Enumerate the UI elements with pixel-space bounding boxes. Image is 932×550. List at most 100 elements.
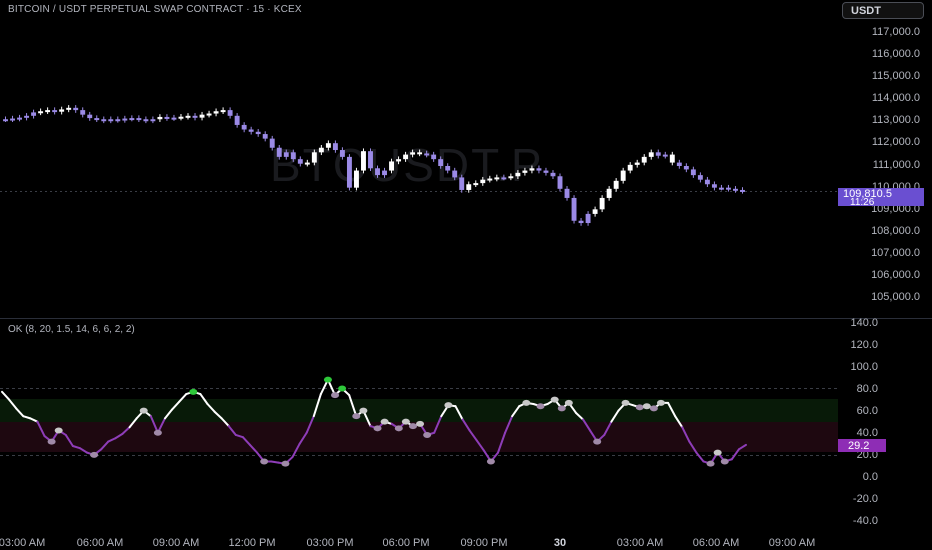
indicator-tick: 120.0 — [850, 339, 878, 351]
candle-body — [620, 170, 626, 181]
time-label: 06:00 AM — [693, 537, 739, 549]
peak-marker — [416, 420, 425, 427]
candle-body — [711, 184, 717, 188]
candle-body — [262, 134, 268, 139]
candle-body — [52, 110, 58, 113]
candle-body — [438, 159, 444, 166]
candle-body — [368, 151, 373, 169]
time-label: 03:00 AM — [617, 537, 663, 549]
candle-body — [410, 152, 416, 155]
peak-marker — [338, 385, 347, 392]
peak-marker — [189, 388, 198, 395]
oscillator-segment — [1, 390, 11, 401]
trading-chart[interactable]: 117,000.0 116,000.0 115,000.0 114,000.0 … — [0, 0, 932, 550]
time-label: 03:00 AM — [0, 537, 45, 549]
indicator-tick: 100.0 — [850, 361, 878, 373]
candle-body — [304, 162, 310, 165]
trough-marker — [281, 460, 290, 467]
peak-marker — [380, 418, 389, 425]
candle-body — [683, 166, 689, 170]
candle-body — [353, 170, 359, 188]
trough-marker — [153, 429, 162, 436]
candle-body — [129, 118, 135, 121]
time-label: 06:00 PM — [382, 537, 429, 549]
indicator-tick: 0.0 — [863, 471, 878, 483]
price-axis[interactable]: 117,000.0 116,000.0 115,000.0 114,000.0 … — [871, 26, 920, 303]
candle-body — [515, 172, 521, 177]
candle-body — [339, 150, 345, 157]
candle-body — [255, 131, 261, 135]
candle-body — [276, 147, 282, 157]
candle-body — [122, 118, 128, 121]
trough-marker — [557, 405, 566, 412]
candle-body — [403, 154, 409, 160]
candle-body — [108, 119, 114, 122]
candle-body — [529, 168, 535, 171]
candle-body — [452, 170, 458, 178]
trough-marker — [408, 423, 417, 430]
candle-body — [669, 154, 675, 163]
time-axis[interactable]: 03:00 AM 06:00 AM 09:00 AM 12:00 PM 03:0… — [0, 537, 815, 549]
candle-body — [115, 119, 121, 122]
candle-body — [613, 180, 619, 189]
candle-body — [157, 116, 163, 120]
peak-marker — [564, 399, 573, 406]
candle-body — [508, 176, 514, 179]
indicator-tick: -40.0 — [853, 515, 878, 527]
peak-marker — [359, 407, 368, 414]
candle-body — [445, 166, 451, 171]
candle-body — [578, 220, 584, 224]
candle-body — [431, 154, 437, 160]
candle-body — [361, 151, 366, 171]
candle-body — [599, 197, 605, 210]
candle-body — [697, 175, 703, 180]
candle-body — [241, 124, 247, 130]
candle-body — [269, 138, 275, 148]
candle-body — [459, 177, 465, 190]
candle-body — [80, 110, 86, 115]
price-tick: 107,000.0 — [871, 247, 920, 259]
trough-marker — [90, 451, 99, 458]
candle-body — [543, 170, 549, 173]
candle-body — [213, 111, 219, 114]
candle-body — [164, 116, 170, 119]
candle-body — [283, 152, 289, 157]
candle-body — [31, 112, 37, 116]
candle-body — [718, 187, 724, 190]
candles-layer — [3, 105, 745, 226]
candle-body — [192, 115, 198, 118]
candle-body — [557, 176, 563, 189]
candle-body — [311, 152, 317, 163]
candle-body — [220, 110, 226, 113]
peak-marker — [323, 376, 332, 383]
candle-body — [417, 152, 423, 155]
candle-body — [606, 188, 612, 198]
candle-body — [24, 115, 30, 118]
candle-body — [290, 152, 296, 160]
candle-body — [3, 119, 8, 122]
candle-body — [550, 172, 556, 177]
candle-body — [655, 152, 661, 156]
time-label: 30 — [554, 537, 566, 549]
time-label: 09:00 PM — [460, 537, 507, 549]
trough-marker — [593, 438, 602, 445]
indicator-tick: 40.0 — [857, 427, 878, 439]
peak-marker — [522, 399, 531, 406]
candle-body — [522, 170, 528, 173]
candle-body — [206, 113, 212, 116]
candle-body — [59, 109, 65, 112]
candle-body — [171, 117, 177, 120]
candle-body — [185, 115, 191, 118]
candle-body — [136, 118, 142, 121]
indicator-axis[interactable]: 140.0 120.0 100.0 80.0 60.0 40.0 20.0 0.… — [850, 317, 878, 527]
candle-body — [740, 189, 745, 192]
candle-body — [375, 168, 380, 176]
candle-body — [690, 169, 696, 176]
candle-body — [473, 183, 479, 186]
candle-body — [94, 118, 100, 121]
candle-body — [725, 187, 731, 190]
trough-marker — [649, 405, 658, 412]
candle-body — [480, 179, 486, 184]
price-tick: 115,000.0 — [872, 70, 920, 82]
trough-marker — [394, 425, 403, 432]
